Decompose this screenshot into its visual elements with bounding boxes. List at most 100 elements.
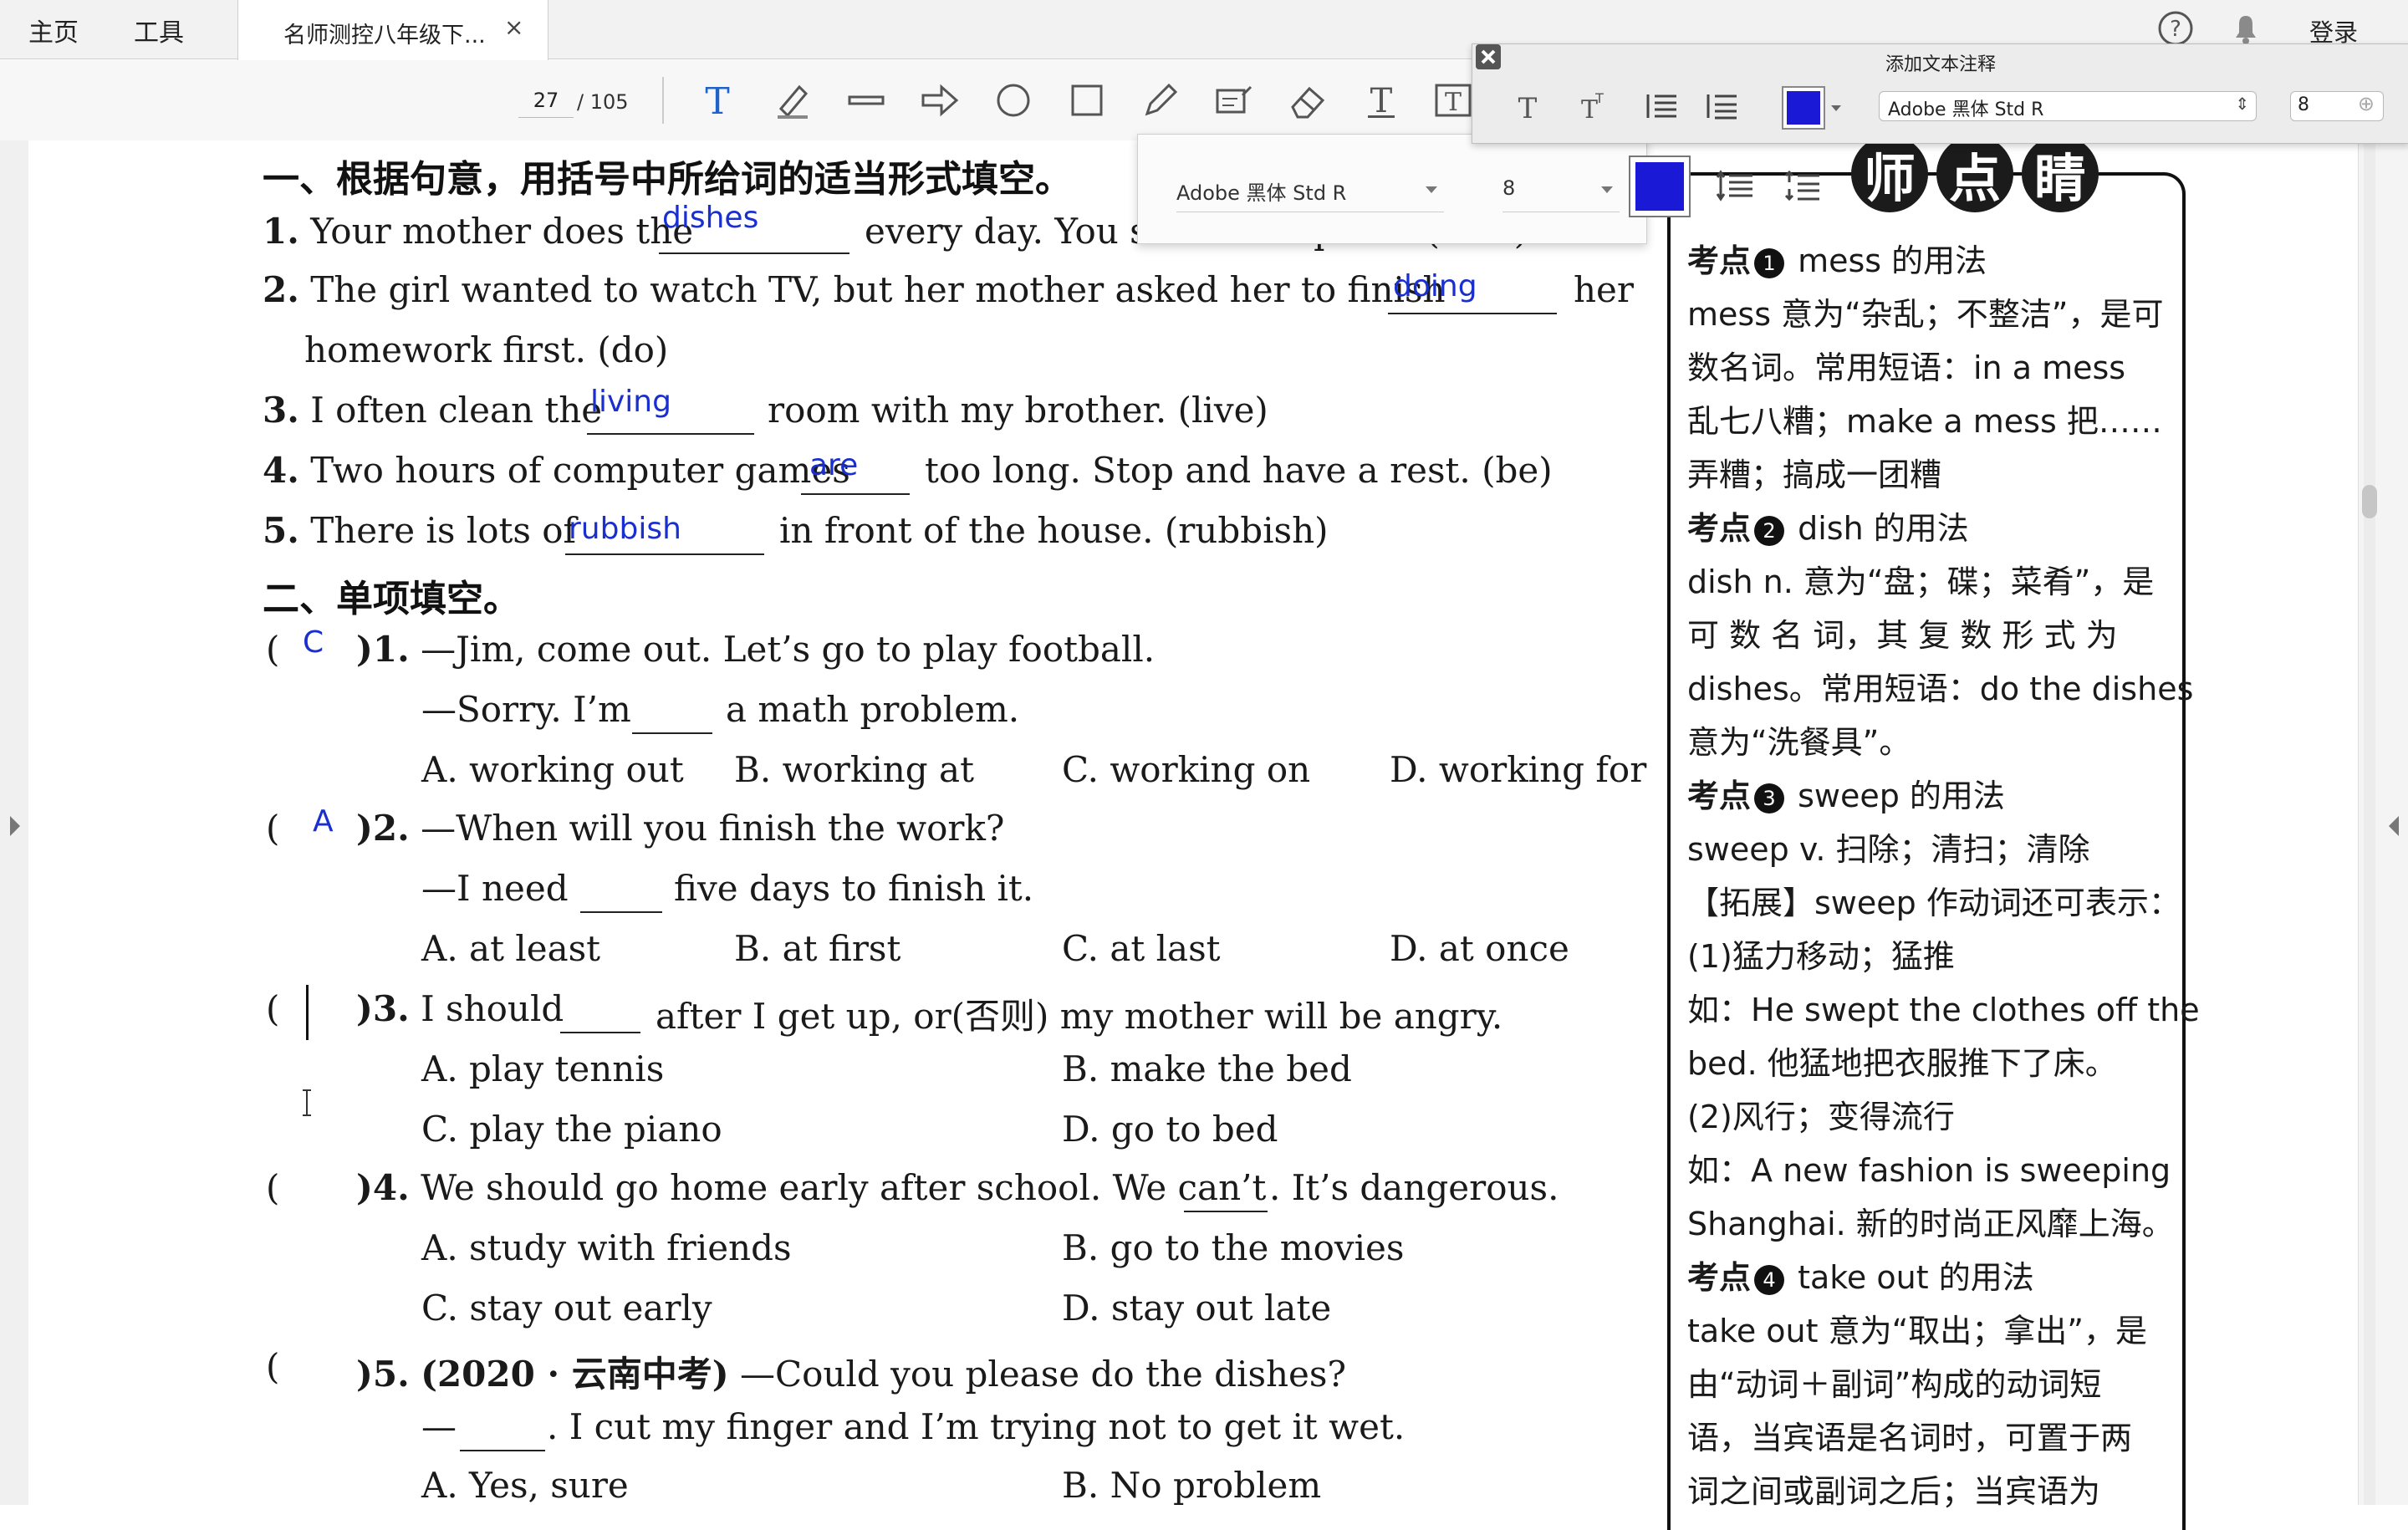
option-a: A. at least	[421, 928, 601, 969]
answer-annotation[interactable]: A	[313, 804, 334, 839]
section-2-title: 二、单项填空。	[263, 578, 520, 620]
option-b: B. make the bed	[1062, 1048, 1352, 1089]
q-text-pre: I should	[421, 988, 564, 1029]
option-b: B. go to the movies	[1062, 1227, 1405, 1268]
answer-paren: (	[266, 629, 280, 670]
tip-text-line: 弄糟；搞成一团糟	[1687, 456, 1942, 493]
answer-annotation[interactable]: doing	[1393, 269, 1477, 303]
answer-annotation[interactable]: dishes	[662, 201, 758, 235]
answer-blank[interactable]	[560, 998, 640, 1033]
heading-seal-char: 点	[1936, 135, 2013, 212]
svg-text:T: T	[1518, 92, 1538, 123]
answer-blank[interactable]	[632, 699, 712, 734]
popup-size-dropdown[interactable]: 8	[1502, 165, 1620, 212]
text-size-increase-icon[interactable]: TT	[1573, 89, 1606, 126]
panel-size-label: 8	[2298, 94, 2309, 115]
tip-text-line: 意为“洗餐具”。	[1687, 724, 1911, 761]
answer-paren: (	[266, 1167, 280, 1208]
answer-annotation[interactable]: are	[809, 448, 858, 482]
tip-title: take out 的用法	[1788, 1259, 2034, 1296]
tip-text-line: dishes。常用短语：do the dishes	[1687, 671, 2194, 707]
popup-font-label: Adobe 黑体 Std R	[1176, 181, 1347, 205]
svg-text:?: ?	[2170, 17, 2181, 42]
text-size-decrease-icon[interactable]: T	[1511, 89, 1544, 126]
tab-tools[interactable]: 工具	[134, 12, 184, 48]
panel-font-label: Adobe 黑体 Std R	[1888, 99, 2044, 120]
tip-text-line: dish n. 意为“盘；碟；菜肴”，是	[1687, 564, 2155, 600]
tab-document[interactable]: 名师测控八年级下... ×	[237, 0, 548, 60]
q-text-post: too long. Stop and have a rest. (be)	[925, 450, 1553, 491]
paragraph-spacing-icon[interactable]	[1703, 89, 1740, 126]
q-number: )2.	[356, 808, 410, 849]
question-2-5: )5. (2020 · 云南中考) —Could you please do t…	[356, 1346, 1346, 1397]
ellipse-tool-icon[interactable]	[990, 77, 1037, 124]
answer-annotation[interactable]: living	[590, 385, 671, 419]
i-beam-cursor-icon	[301, 1089, 313, 1117]
paragraph-spacing-icon[interactable]	[1783, 166, 1823, 209]
svg-text:T: T	[705, 82, 729, 119]
question-1-5: 5. There is lots of	[263, 510, 576, 551]
popup-color-swatch[interactable]	[1629, 156, 1691, 217]
tab-home[interactable]: 主页	[28, 12, 79, 48]
answer-blank[interactable]	[1184, 1177, 1268, 1212]
tip-text-line: take out 意为“取出；拿出”，是	[1687, 1313, 2147, 1349]
tip-label: 考点	[1687, 1259, 1752, 1296]
stepper-arrows-icon: ⇕	[2235, 94, 2249, 114]
q-line1: —Could you please do the dishes?	[739, 1354, 1346, 1395]
question-1-3: 3. I often clean the	[263, 390, 602, 431]
chevron-down-icon[interactable]	[1830, 105, 1842, 113]
q-line1: —When will you finish the work?	[421, 808, 1005, 849]
tip-text-line: 语，当宾语是名词时，可置于两	[1687, 1420, 2133, 1456]
q-number: 2.	[263, 269, 299, 310]
close-icon[interactable]: ×	[504, 13, 523, 41]
line-spacing-icon[interactable]	[1716, 166, 1756, 209]
tip-text-line: mess 意为“杂乱；不整洁”，是可	[1687, 296, 2164, 333]
scrollbar-track[interactable]	[2364, 140, 2375, 1505]
text-box-edit-icon[interactable]	[1211, 77, 1258, 124]
text-properties-popup: Adobe 黑体 Std R 8	[1137, 134, 1647, 244]
tip-text-line: Shanghai. 新的时尚正风靡上海。	[1687, 1206, 2174, 1242]
tip-title: dish 的用法	[1788, 510, 1969, 547]
tip-text-line: (1)猛力移动；猛推	[1687, 938, 1955, 975]
rectangle-tool-icon[interactable]	[1064, 77, 1110, 124]
highlighter-icon[interactable]	[769, 77, 816, 124]
arrow-tool-icon[interactable]	[916, 77, 963, 124]
q-text-post: after I get up, or(否则) my mother will be…	[656, 996, 1503, 1037]
panel-size-dropdown[interactable]: 8 ⊕	[2290, 91, 2384, 121]
popup-font-dropdown[interactable]: Adobe 黑体 Std R	[1176, 165, 1444, 212]
tip-text-line: (2)风行；变得流行	[1687, 1099, 1955, 1135]
tip-text-line: 乱七八糟；make a mess 把……	[1687, 403, 2162, 440]
text-tool-icon[interactable]: T	[694, 77, 741, 124]
line-tool-icon[interactable]	[843, 77, 890, 124]
pencil-icon[interactable]	[1137, 77, 1184, 124]
option-a: A. working out	[421, 749, 684, 790]
answer-annotation[interactable]: C	[303, 625, 324, 660]
answer-blank[interactable]	[460, 1416, 545, 1451]
question-1-1: 1. Your mother does the	[263, 211, 693, 252]
chevron-down-icon	[1601, 186, 1613, 193]
eraser-icon[interactable]	[1284, 77, 1331, 124]
q-text-pre: We should go home early after school. We…	[421, 1167, 1267, 1208]
scrollbar-thumb[interactable]	[2362, 485, 2377, 518]
text-cursor[interactable]	[306, 985, 309, 1040]
right-scroll-strip[interactable]	[2358, 140, 2408, 1505]
answer-annotation[interactable]: rubbish	[569, 512, 681, 546]
line-spacing-icon[interactable]	[1643, 89, 1680, 126]
panel-font-dropdown[interactable]: Adobe 黑体 Std R ⇕	[1879, 91, 2257, 121]
q-number: )5.	[356, 1354, 410, 1395]
text-field-icon[interactable]: T	[1430, 77, 1477, 124]
tip-text-line: 数名词。常用短语：in a mess	[1687, 349, 2126, 386]
page-number-input[interactable]: 27	[518, 84, 574, 118]
tip-number-badge: 2	[1754, 515, 1785, 546]
q-line2-pre: —Sorry. I’m	[421, 689, 631, 730]
question-2-1: )1. —Jim, come out. Let’s go to play foo…	[356, 629, 1155, 670]
svg-text:T: T	[1445, 88, 1462, 117]
panel-color-swatch[interactable]	[1782, 86, 1825, 130]
tip-text-line: bed. 他猛地把衣服推下了床。	[1687, 1045, 2117, 1082]
q-text-line2: homework first. (do)	[304, 329, 669, 370]
q-number: 5.	[263, 510, 299, 551]
typewriter-icon[interactable]: T	[1358, 77, 1405, 124]
tip-label: 考点	[1687, 778, 1752, 814]
q-line2-pre: —I need	[421, 868, 569, 909]
answer-blank[interactable]	[580, 878, 662, 913]
